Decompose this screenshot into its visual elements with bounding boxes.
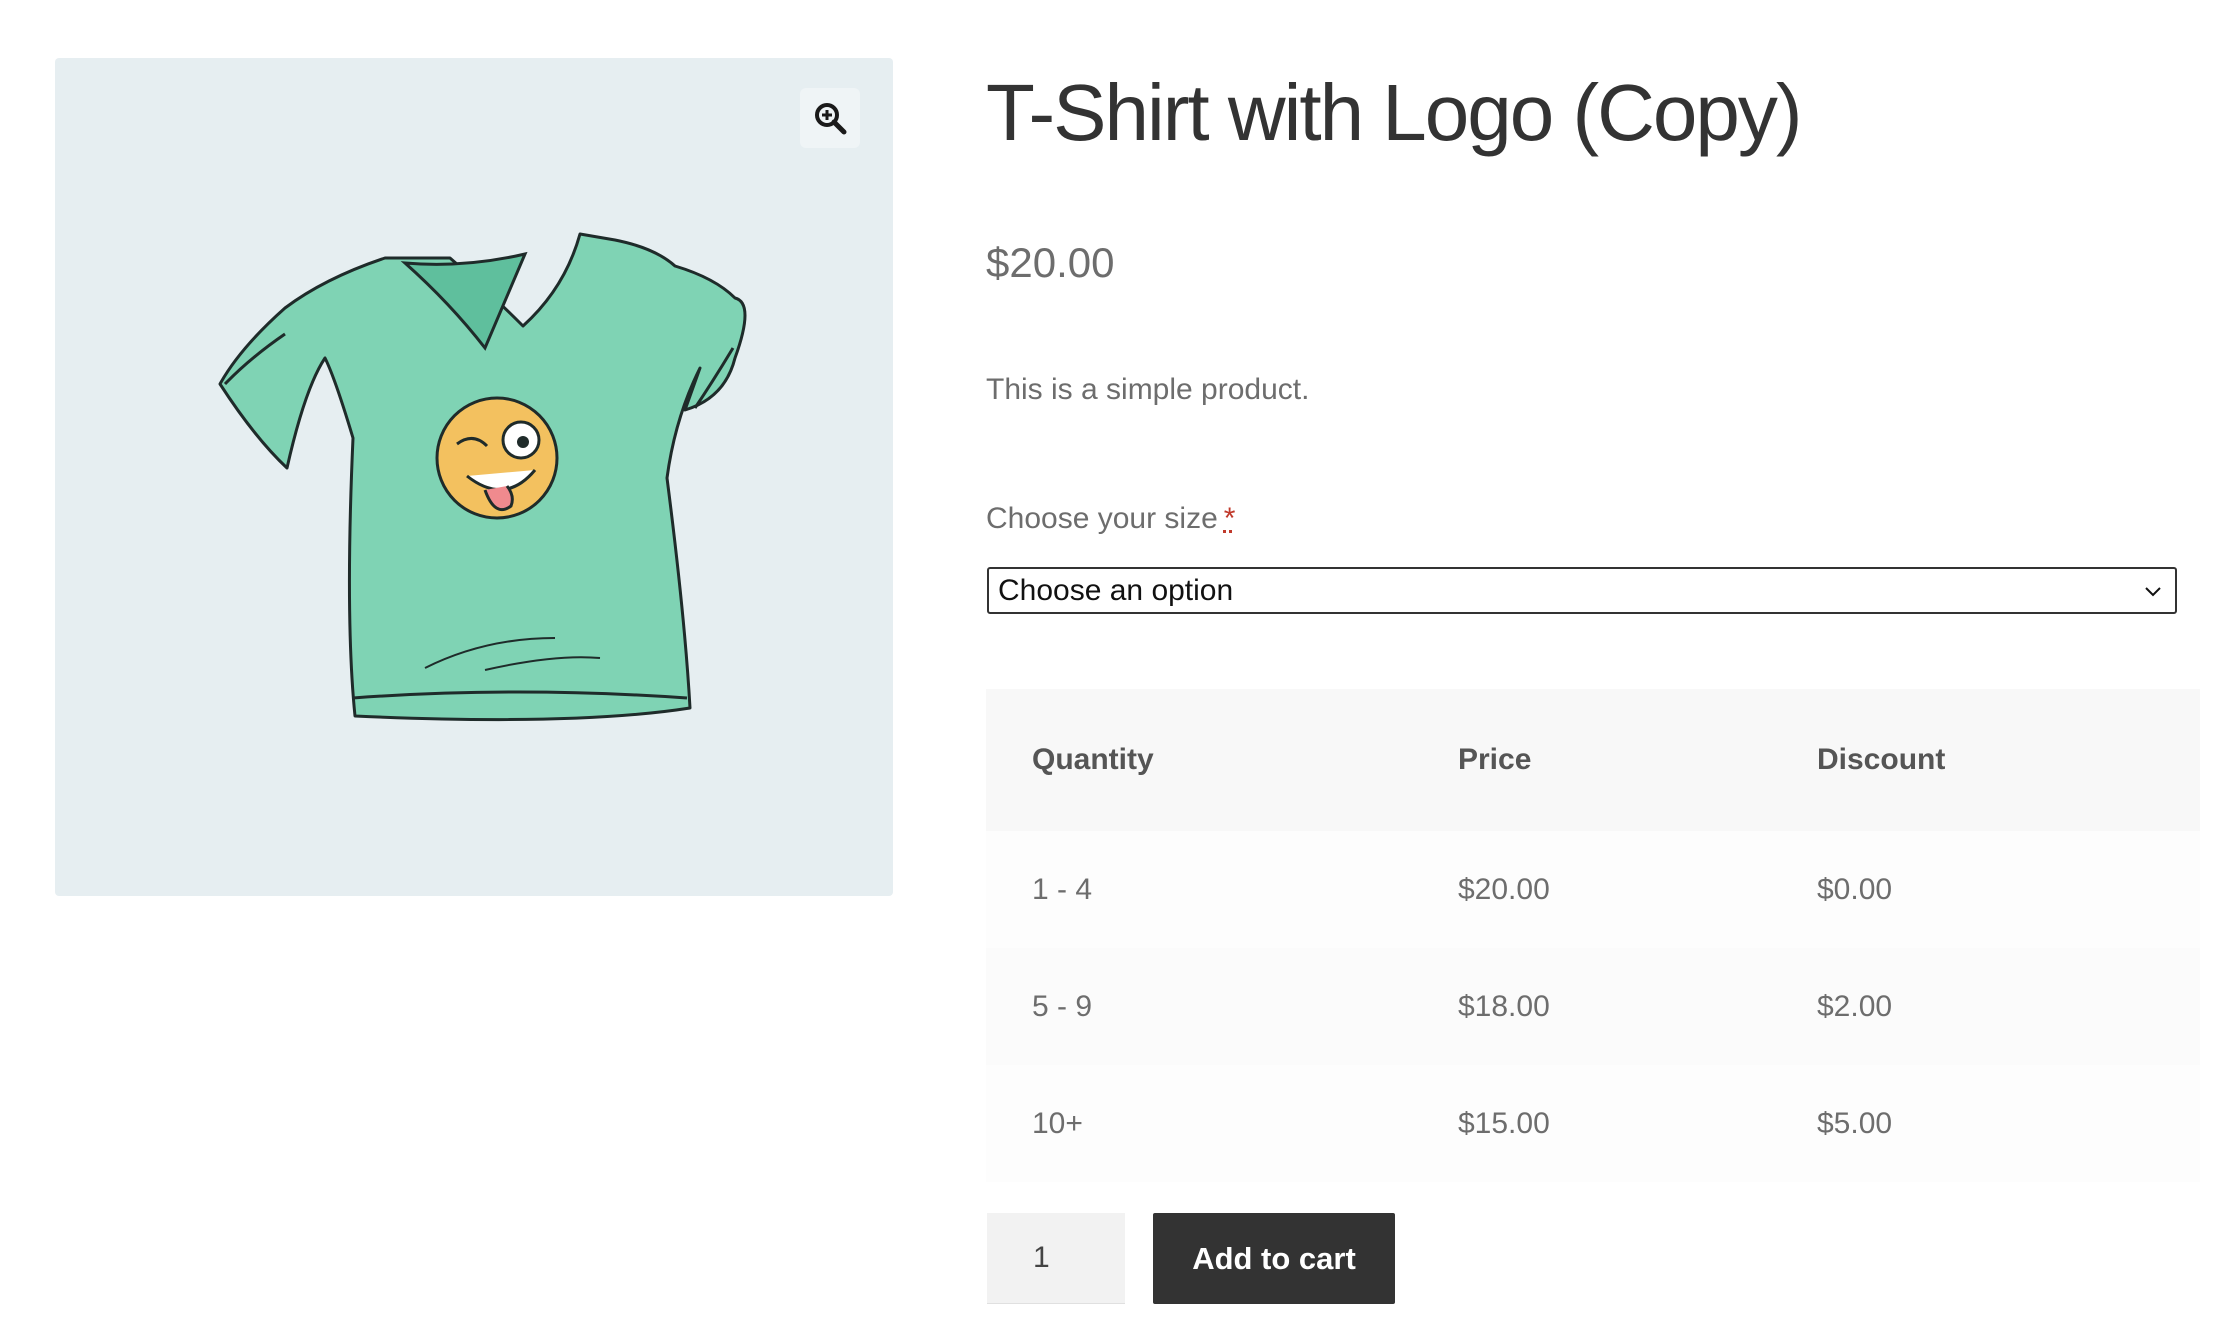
table-row: 5 - 9 $18.00 $2.00 (986, 948, 2200, 1065)
pricing-table: Quantity Price Discount 1 - 4 $20.00 $0.… (986, 689, 2200, 1182)
size-label: Choose your size * (986, 498, 1235, 540)
magnify-plus-icon (815, 103, 847, 135)
cell-quantity: 5 - 9 (1032, 989, 1093, 1023)
cell-quantity: 1 - 4 (1032, 872, 1093, 906)
size-select-value: Choose an option (998, 573, 1234, 607)
table-row: 10+ $15.00 $5.00 (986, 1065, 2200, 1182)
cell-discount: $5.00 (1817, 1106, 1893, 1140)
header-price: Price (1458, 743, 1532, 776)
add-to-cart-button[interactable]: Add to cart (1153, 1213, 1395, 1304)
cell-price: $15.00 (1458, 1106, 1550, 1140)
header-discount: Discount (1817, 743, 1946, 776)
product-gallery (55, 58, 893, 896)
header-quantity: Quantity (1032, 743, 1154, 776)
size-select[interactable]: Choose an option (987, 567, 2177, 614)
cell-discount: $2.00 (1817, 989, 1893, 1023)
table-row: 1 - 4 $20.00 $0.00 (986, 831, 2200, 948)
cell-discount: $0.00 (1817, 872, 1893, 906)
product-description: This is a simple product. (986, 373, 1310, 406)
product-price: $20.00 (986, 239, 1115, 286)
table-header-row: Quantity Price Discount (986, 689, 2200, 831)
cell-quantity: 10+ (1032, 1106, 1083, 1140)
required-mark: * (1223, 502, 1236, 535)
quantity-input[interactable]: 1 (987, 1213, 1125, 1304)
product-page: T-Shirt with Logo (Copy) $20.00 This is … (0, 0, 2222, 1340)
chevron-down-icon (2145, 587, 2161, 597)
cell-price: $18.00 (1458, 989, 1550, 1023)
product-image[interactable] (55, 58, 893, 896)
size-label-text: Choose your size (986, 502, 1218, 535)
cell-price: $20.00 (1458, 872, 1550, 906)
product-title: T-Shirt with Logo (Copy) (986, 68, 1803, 157)
zoom-button[interactable] (800, 88, 860, 148)
